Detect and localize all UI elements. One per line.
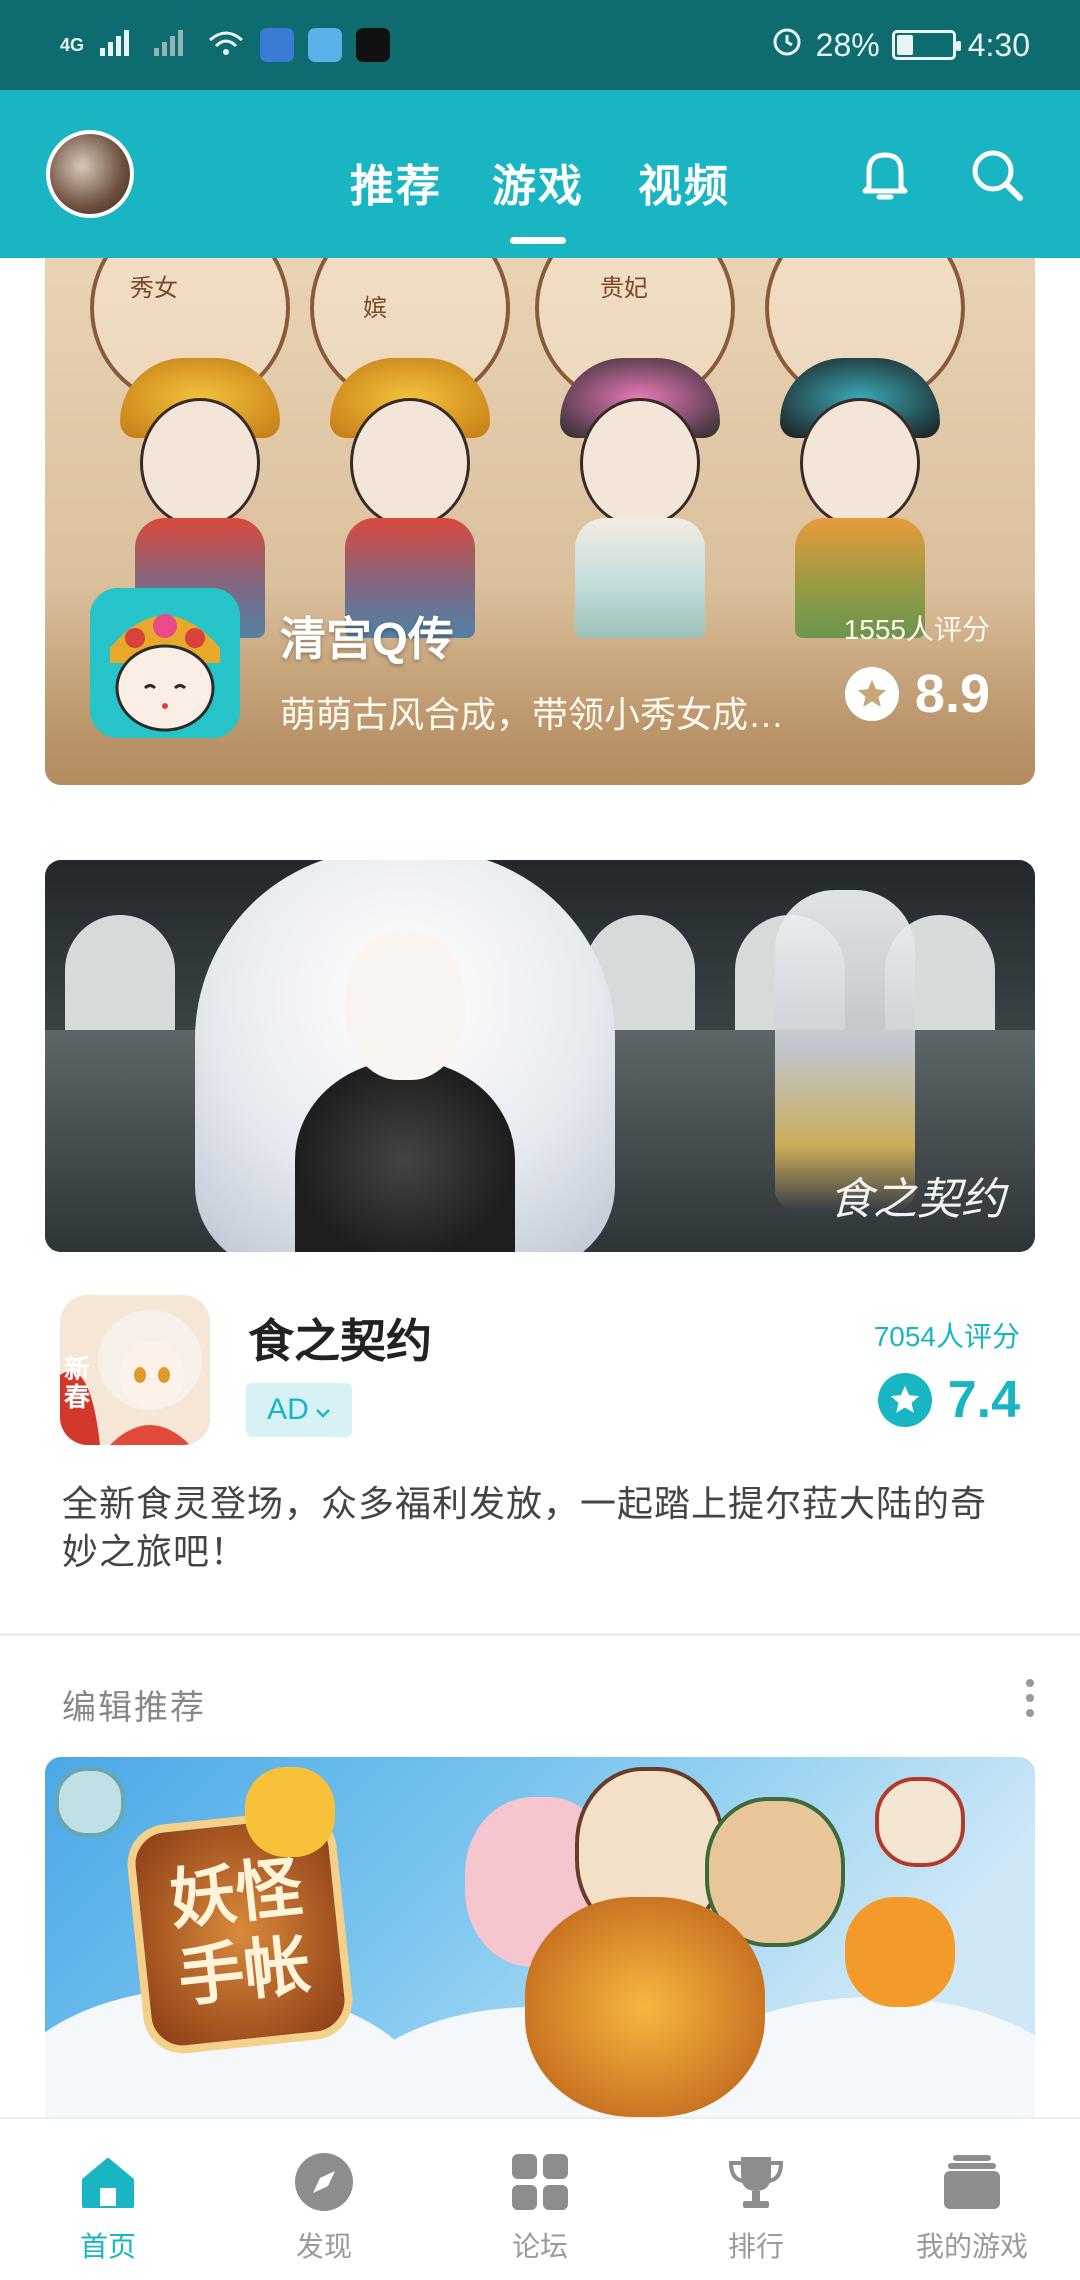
star-icon: [844, 667, 899, 721]
browser-app-icon: [308, 28, 343, 62]
status-bar: 4G 28% 4:30: [0, 0, 1080, 90]
rating-count: 7054人评分: [873, 1321, 1020, 1352]
character-art: [525, 1897, 765, 2117]
medallion-label: 秀女: [130, 275, 178, 302]
nav-home[interactable]: 首页: [0, 2119, 216, 2280]
ad-game-title: 食之契约: [248, 1315, 432, 1367]
section-title: 编辑推荐: [62, 1689, 206, 1727]
tab-videos[interactable]: 视频: [638, 150, 730, 214]
character-art: [845, 1897, 955, 2007]
network-type: 4G: [60, 34, 85, 55]
star-icon: [877, 1373, 932, 1427]
bottom-navigation: 首页 发现 论坛 排行 我的游戏: [0, 2117, 1080, 2280]
nav-label: 我的游戏: [915, 2231, 1028, 2262]
clock: 4:30: [967, 26, 1030, 63]
rating-score: 8.9: [844, 663, 990, 725]
featured-game-banner[interactable]: 秀女 嫔 贵妃 清宫Q传 萌萌古风合成，带领小秀女成… 1555人评分 8.9: [45, 258, 1035, 785]
game-video-banner[interactable]: 食之契约: [45, 860, 1035, 1252]
game-app-icon[interactable]: [90, 588, 240, 738]
nav-discover[interactable]: 发现: [216, 2119, 432, 2280]
game-library-icon: [939, 2149, 1005, 2215]
logo-line: 妖怪: [166, 1847, 306, 1939]
home-icon: [75, 2149, 141, 2215]
game-title: 清宫Q传: [280, 613, 454, 665]
medallion-label: 嫔: [363, 295, 387, 322]
bell-icon[interactable]: [850, 140, 920, 210]
search-icon[interactable]: [962, 140, 1032, 210]
tab-games[interactable]: 游戏: [492, 150, 584, 214]
ad-app-icon[interactable]: 新春: [60, 1295, 210, 1445]
chevron-down-icon: [315, 1393, 331, 1427]
icon-label: 新春: [64, 1354, 91, 1412]
top-header: 推荐 游戏 视频: [0, 90, 1080, 258]
battery-percent: 28%: [815, 26, 880, 63]
ad-description: 全新食灵登场，众多福利发放，一起踏上提尔菈大陆的奇妙之旅吧！: [62, 1483, 988, 1572]
avatar[interactable]: [46, 130, 134, 218]
signal-icon-secondary: [152, 28, 192, 63]
signal-icon: [98, 28, 138, 63]
tab-recommend[interactable]: 推荐: [350, 150, 442, 214]
score-value: 8.9: [914, 664, 990, 724]
nav-label: 首页: [79, 2231, 136, 2262]
shield-app-icon: [260, 28, 295, 62]
nav-ranking[interactable]: 排行: [648, 2119, 864, 2280]
nav-label: 论坛: [511, 2231, 568, 2262]
character-art: [55, 1767, 125, 1837]
nav-label: 排行: [727, 2231, 784, 2262]
wifi-icon: [206, 28, 246, 63]
rating-count: 1555人评分: [843, 614, 990, 645]
logo-line: 手帐: [174, 1925, 314, 2017]
rating-score: 7.4: [877, 1370, 1020, 1430]
battery-icon: [891, 30, 961, 60]
tiktok-app-icon: [356, 28, 391, 62]
character-art: [875, 1777, 965, 1867]
character-art: [245, 1767, 335, 1857]
section-divider: [0, 1633, 1080, 1636]
game-description: 萌萌古风合成，带领小秀女成…: [280, 694, 785, 735]
medallion-label: 贵妃: [600, 275, 648, 302]
ad-badge-label: AD: [267, 1393, 309, 1426]
nav-my-games[interactable]: 我的游戏: [864, 2119, 1080, 2280]
game-logo: 食之契约: [829, 1174, 1005, 1225]
editor-pick-banner[interactable]: 妖怪 手帐: [45, 1757, 1035, 2117]
score-value: 7.4: [947, 1371, 1020, 1429]
compass-icon: [291, 2149, 357, 2215]
alarm-icon: [770, 24, 804, 66]
nav-forum[interactable]: 论坛: [432, 2119, 648, 2280]
trophy-icon: [723, 2149, 789, 2215]
more-options-icon[interactable]: [1010, 1672, 1050, 1724]
character-art: [775, 890, 915, 1210]
ad-badge[interactable]: AD: [246, 1383, 352, 1437]
nav-label: 发现: [295, 2231, 352, 2262]
grid-icon: [507, 2149, 573, 2215]
